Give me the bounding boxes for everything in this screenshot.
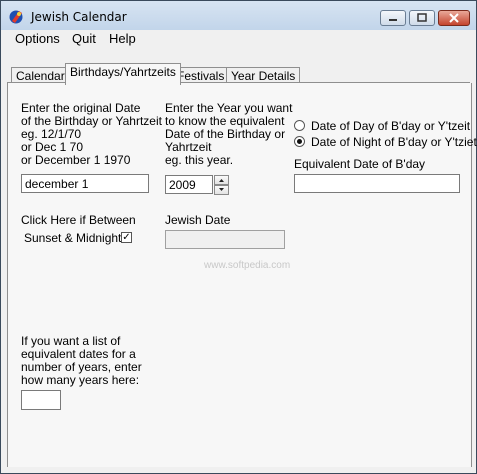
original-date-input[interactable]: december 1 xyxy=(21,174,149,193)
years-count-input[interactable] xyxy=(21,390,61,410)
night-radio-button[interactable] xyxy=(294,136,305,147)
equivalent-date-output[interactable] xyxy=(294,174,460,193)
spin-up-icon xyxy=(219,179,224,182)
jewish-date-output xyxy=(165,230,285,249)
minimize-button[interactable] xyxy=(380,10,406,26)
maximize-icon xyxy=(417,13,427,22)
tab-birthdays-yahrtzeits[interactable]: Birthdays/Yahrtzeits xyxy=(65,63,181,85)
menu-quit[interactable]: Quit xyxy=(72,31,96,46)
years-instructions: how many years here: xyxy=(21,373,140,387)
day-radio-label[interactable]: Date of Day of B'day or Y'tzeit xyxy=(311,120,470,133)
menu-help[interactable]: Help xyxy=(109,31,136,46)
equivalent-date-label: Equivalent Date of B'day xyxy=(294,157,426,171)
year-spin-up[interactable] xyxy=(214,175,229,185)
close-button[interactable] xyxy=(438,10,470,26)
sunset-label: Sunset & Midnight xyxy=(24,231,122,245)
menu-options[interactable]: Options xyxy=(15,31,60,46)
year-input[interactable]: 2009 xyxy=(165,175,213,194)
day-radio-button[interactable] xyxy=(294,120,305,131)
minimize-icon xyxy=(389,19,397,21)
app-icon xyxy=(9,10,23,24)
sunset-label: Click Here if Between xyxy=(21,213,136,227)
menu-bar: Options Quit Help xyxy=(1,30,476,49)
app-window: Jewish Calendar Options Quit Help Calend… xyxy=(0,0,477,474)
spin-down-icon xyxy=(219,188,224,191)
close-icon xyxy=(449,13,459,23)
sunset-midnight-checkbox[interactable]: ✓ xyxy=(121,232,132,243)
window-title: Jewish Calendar xyxy=(31,10,127,24)
year-spin-down[interactable] xyxy=(214,185,229,195)
night-radio-label[interactable]: Date of Night of B'day or Y'tziet xyxy=(311,136,477,149)
maximize-button[interactable] xyxy=(409,10,435,26)
original-date-example: or December 1 1970 xyxy=(21,153,131,167)
watermark: www.softpedia.com xyxy=(204,260,291,271)
year-instructions: eg. this year. xyxy=(165,153,234,167)
window-bottom-edge xyxy=(1,467,476,473)
jewish-date-label: Jewish Date xyxy=(165,213,231,227)
title-bar[interactable]: Jewish Calendar xyxy=(1,1,476,30)
